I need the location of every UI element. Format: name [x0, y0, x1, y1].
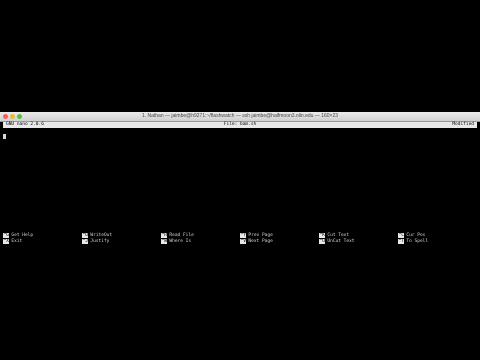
shortcut-prev-page[interactable]: ^Y Prev Page — [240, 233, 273, 238]
shortcut-writeout[interactable]: ^O WriteOut — [82, 233, 112, 238]
shortcut-label: Cut Text — [327, 233, 350, 238]
shortcut-label: Cur Pos — [406, 233, 426, 238]
shortcut-label: Read File — [169, 233, 194, 238]
shortcut-key: ^X — [3, 239, 10, 244]
shortcut-label: Where Is — [169, 239, 192, 244]
shortcut-cut-text[interactable]: ^K Cut Text — [319, 233, 349, 238]
nano-header-bar: GNU nano 2.0.6 File: bam.sh Modified — [3, 122, 477, 128]
shortcut-to-spell[interactable]: ^T To Spell — [398, 239, 428, 244]
shortcut-where-is[interactable]: ^W Where Is — [161, 239, 191, 244]
shortcut-key: ^O — [82, 233, 89, 238]
shortcut-key: ^J — [82, 239, 89, 244]
shortcut-label: Get Help — [11, 233, 34, 238]
shortcut-label: To Spell — [406, 239, 429, 244]
shortcut-label: Exit — [11, 239, 23, 244]
terminal-window: 1. Nathan — jaimbe@h9271:~/flashwatch — … — [0, 112, 480, 247]
shortcut-exit[interactable]: ^X Exit — [3, 239, 22, 244]
shortcut-key: ^G — [3, 233, 10, 238]
shortcut-key: ^W — [161, 239, 168, 244]
shortcut-key: ^Y — [240, 233, 247, 238]
shortcut-next-page[interactable]: ^V Next Page — [240, 239, 273, 244]
shortcut-uncut-text[interactable]: ^U UnCut Text — [319, 239, 355, 244]
window-titlebar[interactable]: 1. Nathan — jaimbe@h9271:~/flashwatch — … — [0, 112, 480, 122]
shortcut-label: Next Page — [248, 239, 273, 244]
shortcut-key: ^K — [319, 233, 326, 238]
shortcut-label: UnCut Text — [327, 239, 355, 244]
text-cursor[interactable] — [3, 134, 6, 139]
shortcut-key: ^U — [319, 239, 326, 244]
shortcut-cur-pos[interactable]: ^C Cur Pos — [398, 233, 425, 238]
shortcut-justify[interactable]: ^J Justify — [82, 239, 109, 244]
shortcut-label: Prev Page — [248, 233, 273, 238]
nano-filename: File: bam.sh — [223, 122, 257, 127]
nano-shortcut-bar: ^G Get Help ^O WriteOut ^R Read File ^Y Prev… — [3, 233, 477, 245]
window-title: 1. Nathan — jaimbe@h9271:~/flashwatch — … — [141, 113, 339, 119]
shortcut-key: ^C — [398, 233, 405, 238]
shortcut-read-file[interactable]: ^R Read File — [161, 233, 194, 238]
shortcut-label: Justify — [90, 239, 110, 244]
shortcut-label: WriteOut — [90, 233, 113, 238]
shortcut-key: ^R — [161, 233, 168, 238]
shortcut-key: ^V — [240, 239, 247, 244]
shortcut-key: ^T — [398, 239, 405, 244]
shortcut-get-help[interactable]: ^G Get Help — [3, 233, 33, 238]
nano-modified-status: Modified — [452, 122, 474, 127]
